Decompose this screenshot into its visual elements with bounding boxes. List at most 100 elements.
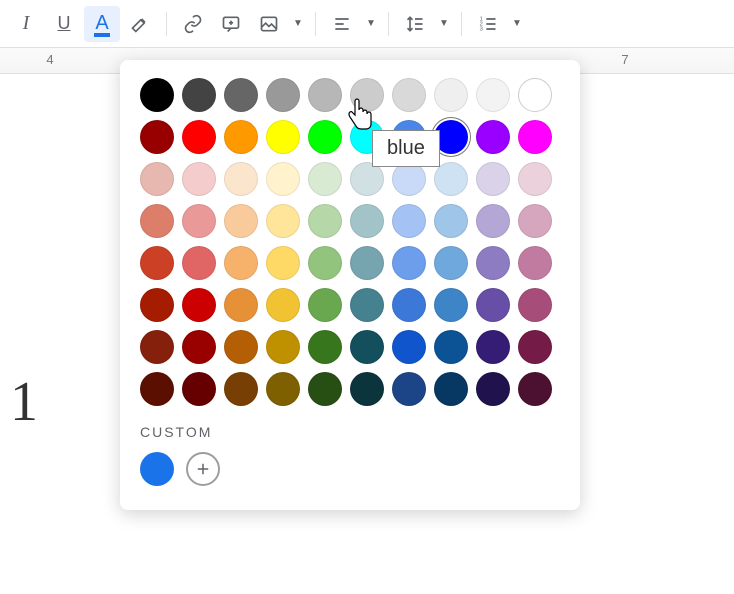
color-picker-popup: CUSTOM <box>120 60 580 510</box>
color-swatch[interactable] <box>476 120 510 154</box>
color-swatch[interactable] <box>182 246 216 280</box>
color-swatch[interactable] <box>224 120 258 154</box>
color-swatch[interactable] <box>140 246 174 280</box>
color-swatch[interactable] <box>266 330 300 364</box>
color-swatch[interactable] <box>518 372 552 406</box>
color-swatch[interactable] <box>224 246 258 280</box>
color-swatch[interactable] <box>392 372 426 406</box>
line-spacing-button[interactable] <box>397 6 433 42</box>
color-swatch[interactable] <box>266 162 300 196</box>
color-swatch[interactable] <box>308 330 342 364</box>
color-swatch[interactable] <box>350 288 384 322</box>
underline-button[interactable]: U <box>46 6 82 42</box>
color-swatch[interactable] <box>308 120 342 154</box>
color-swatch[interactable] <box>476 246 510 280</box>
color-swatch[interactable] <box>308 372 342 406</box>
line-spacing-dropdown[interactable]: ▼ <box>435 18 453 29</box>
color-swatch[interactable] <box>224 204 258 238</box>
color-swatch[interactable] <box>182 330 216 364</box>
insert-link-button[interactable] <box>175 6 211 42</box>
color-swatch[interactable] <box>350 78 384 112</box>
color-swatch[interactable] <box>140 78 174 112</box>
color-swatch[interactable] <box>518 162 552 196</box>
color-swatch[interactable] <box>476 204 510 238</box>
color-swatch[interactable] <box>518 288 552 322</box>
align-button[interactable] <box>324 6 360 42</box>
color-swatch[interactable] <box>350 246 384 280</box>
color-swatch[interactable] <box>434 204 468 238</box>
color-swatch[interactable] <box>434 78 468 112</box>
color-swatch[interactable] <box>518 204 552 238</box>
color-swatch[interactable] <box>182 288 216 322</box>
color-swatch[interactable] <box>182 78 216 112</box>
color-swatch[interactable] <box>182 162 216 196</box>
color-swatch[interactable] <box>182 372 216 406</box>
color-swatch[interactable] <box>476 162 510 196</box>
image-icon <box>259 14 279 34</box>
color-swatch[interactable] <box>350 330 384 364</box>
color-swatch[interactable] <box>434 372 468 406</box>
color-swatch[interactable] <box>308 78 342 112</box>
color-swatch[interactable] <box>266 204 300 238</box>
color-swatch[interactable] <box>392 162 426 196</box>
numbered-list-dropdown[interactable]: ▼ <box>508 18 526 29</box>
color-swatch[interactable] <box>224 288 258 322</box>
color-swatch[interactable] <box>518 78 552 112</box>
color-swatch[interactable] <box>350 162 384 196</box>
color-swatch[interactable] <box>182 120 216 154</box>
color-swatch[interactable] <box>476 78 510 112</box>
color-swatch[interactable] <box>434 288 468 322</box>
color-tooltip: blue <box>372 130 440 167</box>
color-swatch[interactable] <box>350 372 384 406</box>
color-swatch[interactable] <box>140 204 174 238</box>
highlight-button[interactable] <box>122 6 158 42</box>
color-swatch[interactable] <box>224 78 258 112</box>
color-swatch[interactable] <box>518 246 552 280</box>
color-swatch[interactable] <box>392 288 426 322</box>
add-custom-color-button[interactable] <box>186 452 220 486</box>
color-swatch[interactable] <box>224 372 258 406</box>
custom-color-swatch[interactable] <box>140 452 174 486</box>
color-swatch[interactable] <box>140 120 174 154</box>
color-swatch[interactable] <box>392 204 426 238</box>
color-swatch[interactable] <box>518 120 552 154</box>
color-swatch[interactable] <box>434 246 468 280</box>
color-swatch[interactable] <box>392 246 426 280</box>
color-swatch[interactable] <box>518 330 552 364</box>
color-swatch[interactable] <box>308 246 342 280</box>
color-swatch[interactable] <box>308 204 342 238</box>
color-swatch[interactable] <box>350 204 384 238</box>
separator <box>388 12 389 36</box>
color-swatch[interactable] <box>224 162 258 196</box>
color-swatch[interactable] <box>140 372 174 406</box>
color-swatch[interactable] <box>266 288 300 322</box>
color-swatch[interactable] <box>182 204 216 238</box>
color-swatch[interactable] <box>140 288 174 322</box>
image-dropdown[interactable]: ▼ <box>289 18 307 29</box>
italic-button[interactable]: I <box>8 6 44 42</box>
custom-label: CUSTOM <box>140 424 560 440</box>
color-swatch[interactable] <box>392 78 426 112</box>
align-dropdown[interactable]: ▼ <box>362 18 380 29</box>
text-color-button[interactable]: A <box>84 6 120 42</box>
color-swatch[interactable] <box>476 288 510 322</box>
numbered-list-icon: 123 <box>478 14 498 34</box>
numbered-list-button[interactable]: 123 <box>470 6 506 42</box>
color-swatch[interactable] <box>434 330 468 364</box>
color-swatch[interactable] <box>266 120 300 154</box>
comment-icon <box>221 14 241 34</box>
color-swatch[interactable] <box>392 330 426 364</box>
color-swatch[interactable] <box>224 330 258 364</box>
color-swatch[interactable] <box>266 246 300 280</box>
color-swatch[interactable] <box>266 78 300 112</box>
color-swatch[interactable] <box>476 330 510 364</box>
insert-comment-button[interactable] <box>213 6 249 42</box>
color-swatch[interactable] <box>434 162 468 196</box>
color-swatch[interactable] <box>140 330 174 364</box>
color-swatch[interactable] <box>308 288 342 322</box>
insert-image-button[interactable] <box>251 6 287 42</box>
color-swatch[interactable] <box>266 372 300 406</box>
color-swatch[interactable] <box>308 162 342 196</box>
color-swatch[interactable] <box>476 372 510 406</box>
color-swatch[interactable] <box>140 162 174 196</box>
